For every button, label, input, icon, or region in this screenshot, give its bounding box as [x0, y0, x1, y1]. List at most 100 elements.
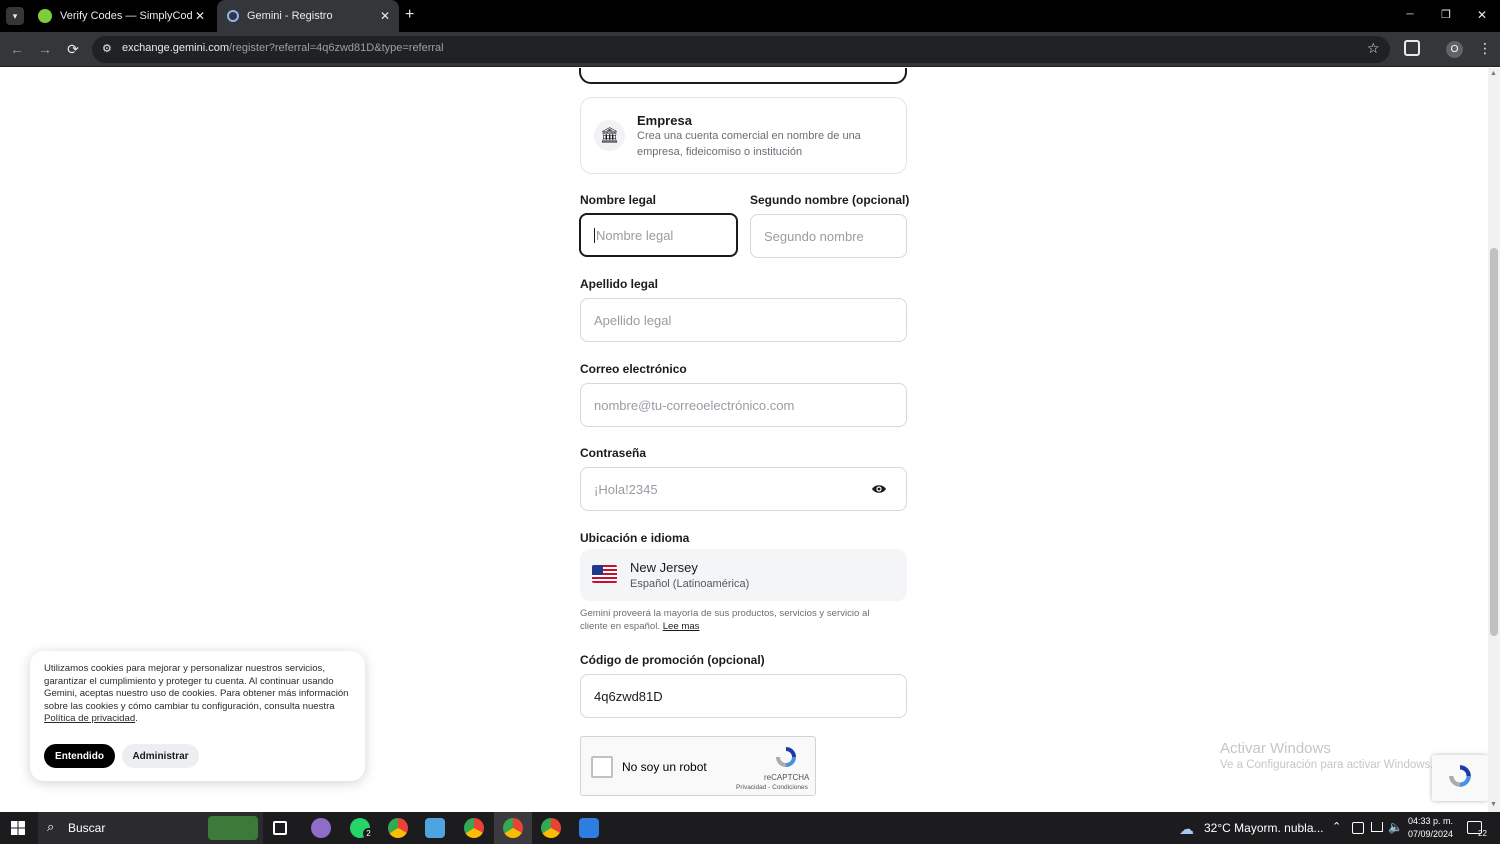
network-icon[interactable] [1371, 822, 1383, 832]
weather-text[interactable]: 32°C Mayorm. nubla... [1204, 821, 1324, 835]
browser-toolbar: ← → ⟳ ⚙ exchange.gemini.com/register?ref… [0, 32, 1500, 67]
location-language-selector[interactable]: New Jersey Español (Latinoamérica) [580, 549, 907, 601]
whatsapp-badge: 2 [363, 828, 374, 839]
recaptcha-widget: No soy un robot reCAPTCHA Privacidad - C… [580, 736, 816, 796]
minimize-button[interactable]: ─ [1400, 9, 1420, 20]
site-info-icon[interactable]: ⚙ [102, 42, 112, 55]
clock-date[interactable]: 07/09/2024 [1408, 829, 1453, 839]
profile-avatar[interactable]: O [1446, 41, 1463, 58]
extensions-icon[interactable] [1404, 40, 1420, 56]
business-title: Empresa [637, 113, 692, 128]
taskbar-search-text: Buscar [68, 821, 106, 835]
back-button[interactable]: ← [7, 39, 27, 59]
chrome-profile-icon[interactable] [541, 818, 561, 838]
recaptcha-badge-icon [1447, 763, 1473, 789]
store-app-icon[interactable] [579, 818, 599, 838]
location-note-line1: Gemini proveerá la mayoría de sus produc… [580, 608, 870, 619]
location-language: Español (Latinoamérica) [630, 578, 750, 590]
email-placeholder: nombre@tu-correoelectrónico.com [594, 397, 795, 413]
restore-button[interactable]: ❐ [1436, 8, 1456, 21]
notifications-count: 22 [1478, 829, 1487, 838]
task-view-icon[interactable] [273, 821, 287, 835]
us-flag-icon [592, 565, 617, 583]
cookie-message: Utilizamos cookies para mejorar y person… [44, 663, 349, 724]
password-input[interactable]: ¡Hola!2345 [580, 467, 907, 511]
password-label: Contraseña [580, 446, 647, 460]
middle-name-input[interactable]: Segundo nombre [750, 214, 907, 258]
chrome-icon[interactable] [388, 818, 408, 838]
new-tab-button[interactable]: + [405, 6, 414, 24]
search-highlight-icon [208, 816, 258, 840]
volume-icon[interactable]: 🔈 [1388, 820, 1403, 834]
weather-cloud-icon: ☁ [1179, 821, 1194, 838]
tab-close-icon[interactable]: ✕ [377, 9, 393, 23]
reload-button[interactable]: ⟳ [63, 39, 83, 59]
clock-time[interactable]: 04:33 p. m. [1408, 816, 1453, 826]
recaptcha-brand: reCAPTCHA [764, 773, 810, 782]
email-label: Correo electrónico [580, 362, 687, 376]
promo-code-label: Código de promoción (opcional) [580, 653, 765, 667]
scroll-down-arrow-icon[interactable]: ▼ [1490, 801, 1497, 808]
whatsapp-icon[interactable]: 2 [350, 818, 374, 839]
simplycodes-favicon-icon [38, 9, 52, 23]
url-text: exchange.gemini.com/register?referral=4q… [122, 42, 444, 54]
recaptcha-checkbox[interactable] [591, 756, 613, 778]
address-bar[interactable]: ⚙ exchange.gemini.com/register?referral=… [92, 36, 1390, 63]
tab-title: Verify Codes — SimplyCodes [60, 10, 192, 22]
recaptcha-badge[interactable] [1432, 755, 1488, 801]
bookmark-star-icon[interactable]: ☆ [1367, 40, 1380, 57]
last-name-label: Apellido legal [580, 277, 659, 291]
accept-cookies-button[interactable]: Entendido [44, 744, 115, 768]
browser-tab-strip: ▾ Verify Codes — SimplyCodes ✕ Gemini - … [0, 0, 1500, 32]
middle-name-placeholder: Segundo nombre [764, 228, 864, 244]
last-name-placeholder: Apellido legal [594, 312, 672, 328]
gemini-favicon-icon [227, 10, 239, 22]
legal-name-placeholder: Nombre legal [594, 227, 674, 243]
windows-activation-subtitle: Ve a Configuración para activar Windows. [1220, 759, 1434, 771]
tab-simplycodes[interactable]: Verify Codes — SimplyCodes ✕ [28, 0, 214, 32]
password-placeholder: ¡Hola!2345 [594, 481, 658, 497]
location-region: New Jersey [630, 560, 698, 575]
forward-button[interactable]: → [35, 39, 55, 59]
windows-start-icon[interactable] [11, 821, 25, 835]
read-more-link[interactable]: Lee mas [663, 621, 700, 632]
personal-account-card[interactable] [579, 68, 907, 84]
menu-kebab-icon[interactable]: ⋮ [1478, 40, 1492, 57]
page-scrollbar[interactable]: ▲ ▼ [1488, 68, 1500, 812]
recaptcha-links[interactable]: Privacidad - Condiciones [736, 784, 808, 791]
taskbar-search-box[interactable]: ⌕ Buscar [38, 812, 263, 844]
chrome-active-icon[interactable] [503, 818, 523, 838]
tab-gemini[interactable]: Gemini - Registro ✕ [217, 0, 399, 32]
business-description-line1: Crea una cuenta comercial en nombre de u… [637, 130, 861, 142]
scroll-up-arrow-icon[interactable]: ▲ [1490, 70, 1497, 77]
recaptcha-logo-icon [774, 745, 798, 769]
manage-cookies-button[interactable]: Administrar [122, 744, 199, 768]
promo-code-input[interactable]: 4q6zwd81D [580, 674, 907, 718]
business-description-line2: empresa, fideicomiso o institución [637, 146, 803, 158]
app-icon[interactable] [311, 818, 331, 838]
scrollbar-thumb[interactable] [1490, 248, 1498, 636]
show-password-eye-icon[interactable] [871, 481, 887, 497]
tray-chevron-icon[interactable]: ⌃ [1332, 820, 1341, 833]
cookie-text: Utilizamos cookies para mejorar y person… [44, 663, 349, 712]
legal-name-input[interactable]: Nombre legal [579, 213, 738, 257]
location-note: Gemini proveerá la mayoría de sus produc… [580, 608, 910, 633]
location-note-line2: cliente en español. [580, 620, 661, 632]
close-window-button[interactable]: ✕ [1472, 8, 1492, 22]
search-icon: ⌕ [47, 819, 55, 834]
chrome-profile-icon[interactable] [464, 818, 484, 838]
tray-app-icon[interactable] [1352, 822, 1364, 834]
cookie-banner: Utilizamos cookies para mejorar y person… [30, 651, 365, 781]
business-account-card[interactable]: 🏛 Empresa Crea una cuenta comercial en n… [580, 97, 907, 174]
recaptcha-label: No soy un robot [622, 760, 707, 774]
tab-search-button[interactable]: ▾ [6, 7, 24, 25]
notes-app-icon[interactable] [425, 818, 445, 838]
promo-code-value: 4q6zwd81D [594, 688, 663, 704]
privacy-policy-link[interactable]: Política de privacidad [44, 713, 135, 724]
last-name-input[interactable]: Apellido legal [580, 298, 907, 342]
windows-activation-title: Activar Windows [1220, 740, 1331, 757]
email-input[interactable]: nombre@tu-correoelectrónico.com [580, 383, 907, 427]
tab-close-icon[interactable]: ✕ [192, 9, 208, 23]
bank-icon: 🏛 [594, 120, 625, 151]
windows-taskbar: ⌕ Buscar 2 ☁ 32°C Mayorm. nubla... ⌃ 🔈 0… [0, 812, 1500, 844]
